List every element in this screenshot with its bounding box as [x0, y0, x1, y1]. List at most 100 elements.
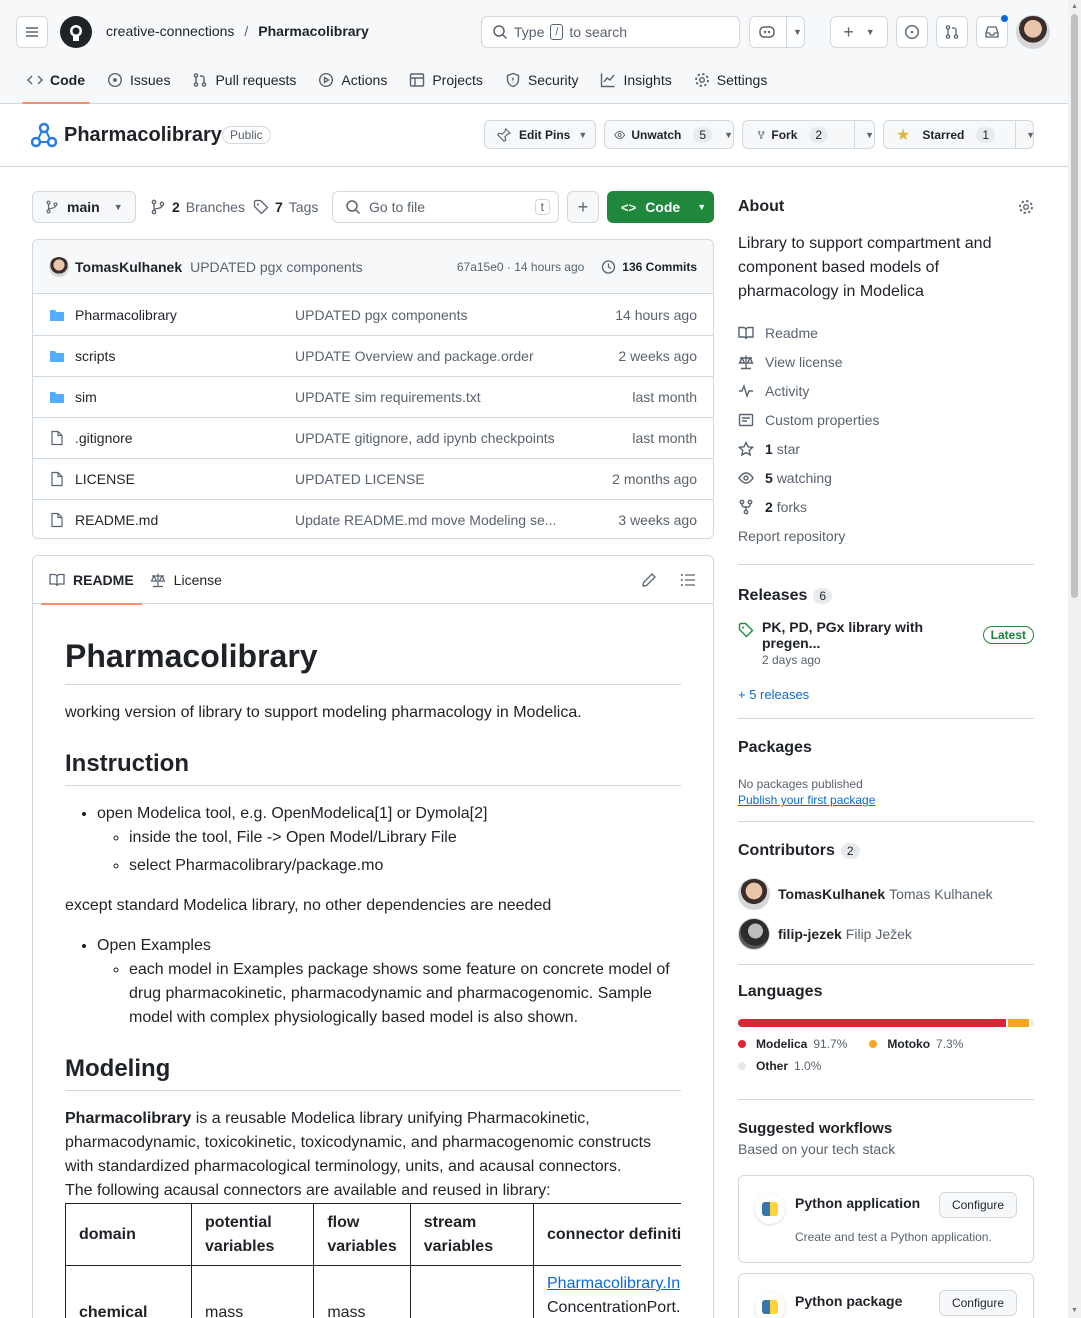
- branches-link[interactable]: 2 Branches: [150, 199, 245, 215]
- releases-title[interactable]: Releases 6: [738, 587, 1034, 605]
- repo-logo-icon: [31, 122, 57, 148]
- languages-title: Languages: [738, 983, 823, 1000]
- copilot-button[interactable]: ▼: [749, 16, 805, 48]
- file-commit-message[interactable]: UPDATE gitignore, add ipynb checkpoints: [295, 430, 632, 446]
- scrollbar-thumb[interactable]: [1071, 14, 1078, 598]
- file-commit-message[interactable]: UPDATE sim requirements.txt: [295, 389, 632, 405]
- file-row: LICENSE UPDATED LICENSE 2 months ago: [33, 458, 713, 499]
- commits-link[interactable]: 136 Commits: [622, 260, 697, 274]
- latest-release-name: PK, PD, PGx library with pregen...: [762, 619, 924, 651]
- file-name[interactable]: scripts: [75, 348, 115, 364]
- list-outline-icon[interactable]: [680, 572, 696, 588]
- tags-link[interactable]: 7 Tags: [253, 199, 318, 215]
- chevron-down-icon: ▼: [1015, 121, 1035, 148]
- contributor-item[interactable]: filip-jezek Filip Ježek: [738, 918, 1034, 950]
- file-name[interactable]: README.md: [75, 512, 158, 528]
- create-new-button[interactable]: + ▼: [830, 16, 888, 48]
- search-input[interactable]: Type / to search: [481, 16, 740, 48]
- table-header: connector definitio: [533, 1203, 681, 1266]
- file-name[interactable]: .gitignore: [75, 430, 133, 446]
- packages-title[interactable]: Packages: [738, 739, 1034, 757]
- tab-pull-requests[interactable]: Pull requests: [181, 62, 307, 98]
- branches-label: Branches: [185, 199, 245, 215]
- language-item[interactable]: Other 1.0%: [738, 1059, 821, 1073]
- file-name[interactable]: Pharmacolibrary: [75, 307, 177, 323]
- watch-count: 5: [765, 469, 773, 486]
- code-button-label: Code: [645, 199, 681, 215]
- avatar[interactable]: [49, 256, 69, 277]
- about-link-readme[interactable]: Readme: [738, 318, 1034, 347]
- watchers-link[interactable]: 5 watching: [738, 463, 1034, 492]
- configure-button[interactable]: Configure: [938, 1290, 1017, 1316]
- about-link-activity[interactable]: Activity: [738, 376, 1034, 405]
- branch-select[interactable]: main ▼: [32, 191, 136, 223]
- breadcrumb-repo[interactable]: Pharmacolibrary: [258, 23, 369, 39]
- go-to-file-input[interactable]: Go to file t: [332, 191, 559, 223]
- tab-license[interactable]: License: [142, 572, 230, 588]
- menu-button[interactable]: [16, 16, 48, 48]
- tab-code[interactable]: Code: [16, 62, 96, 104]
- pulse-icon: [739, 383, 753, 398]
- tab-label: Code: [50, 72, 85, 88]
- tab-security[interactable]: Security: [494, 62, 590, 98]
- add-file-button[interactable]: +: [567, 191, 599, 223]
- more-releases-link[interactable]: + 5 releases: [738, 687, 1034, 702]
- contributors-title[interactable]: Contributors 2: [738, 842, 1034, 860]
- contributor-item[interactable]: TomasKulhanek Tomas Kulhanek: [738, 878, 1034, 910]
- repo-title[interactable]: Pharmacolibrary: [64, 124, 222, 147]
- tab-insights[interactable]: Insights: [589, 62, 682, 98]
- commit-message[interactable]: UPDATED pgx components: [190, 259, 362, 275]
- stars-link[interactable]: 1 star: [738, 434, 1034, 463]
- edit-pins-button[interactable]: Edit Pins ▼: [484, 120, 596, 149]
- list-item: inside the tool, File -> Open Model/Libr…: [129, 826, 681, 850]
- publish-package-link[interactable]: Publish your first package: [738, 793, 875, 807]
- unwatch-button[interactable]: Unwatch 5 ▼: [604, 120, 734, 149]
- configure-button[interactable]: Configure: [938, 1192, 1017, 1218]
- file-name[interactable]: LICENSE: [75, 471, 135, 487]
- pull-requests-button[interactable]: [936, 16, 968, 48]
- github-logo-icon[interactable]: [60, 16, 92, 48]
- law-icon: [150, 573, 166, 587]
- examples-list: Open Examples each model in Examples pac…: [65, 934, 681, 1030]
- file-commit-message[interactable]: UPDATED pgx components: [295, 307, 615, 323]
- issues-button[interactable]: [896, 16, 928, 48]
- tab-actions[interactable]: Actions: [307, 62, 398, 98]
- watch-count: 5: [693, 126, 713, 143]
- avatar[interactable]: [1016, 15, 1050, 49]
- tab-settings[interactable]: Settings: [683, 62, 779, 98]
- python-icon: [755, 1194, 785, 1224]
- breadcrumb-owner[interactable]: creative-connections: [106, 23, 234, 39]
- commit-author[interactable]: TomasKulhanek: [75, 259, 182, 275]
- language-item[interactable]: Motoko 7.3%: [869, 1037, 963, 1051]
- commit-hash-time[interactable]: 67a15e0 · 14 hours ago: [457, 260, 584, 274]
- about-link-custom-properties[interactable]: Custom properties: [738, 405, 1034, 434]
- report-repository-link[interactable]: Report repository: [738, 521, 1034, 550]
- pencil-icon[interactable]: [641, 572, 657, 588]
- fork-button[interactable]: Fork 2 ▼: [742, 120, 875, 149]
- forks-link[interactable]: 2 forks: [738, 492, 1034, 521]
- code-button[interactable]: <> Code ▼: [607, 191, 714, 223]
- about-link-view-license[interactable]: View license: [738, 347, 1034, 376]
- file-icon: [51, 471, 63, 487]
- scrollbar-down-arrow[interactable]: ▼: [1068, 1304, 1081, 1318]
- workflow-card: Python application Create and test a Pyt…: [738, 1175, 1034, 1263]
- language-item[interactable]: Modelica 91.7%: [738, 1037, 847, 1051]
- language-bar-segment: [738, 1019, 1006, 1027]
- file-name[interactable]: sim: [75, 389, 97, 405]
- tab-issues[interactable]: Issues: [96, 62, 181, 98]
- file-commit-message[interactable]: Update README.md move Modeling se...: [295, 512, 618, 528]
- tab-projects[interactable]: Projects: [398, 62, 494, 98]
- scrollbar[interactable]: ▲ ▼: [1068, 0, 1081, 1318]
- connector-link[interactable]: Pharmacolibrary.In: [547, 1275, 680, 1292]
- starred-button[interactable]: ★ Starred 1 ▼: [883, 120, 1035, 149]
- language-pct: 7.3%: [936, 1037, 964, 1051]
- tags-label: Tags: [288, 199, 319, 215]
- branches-count: 2: [172, 199, 180, 215]
- file-commit-message[interactable]: UPDATE Overview and package.order: [295, 348, 618, 364]
- scrollbar-up-arrow[interactable]: ▲: [1068, 0, 1081, 14]
- gear-icon[interactable]: [1018, 199, 1034, 215]
- latest-release[interactable]: PK, PD, PGx library with pregen... Lates…: [738, 619, 1034, 667]
- file-commit-message[interactable]: UPDATED LICENSE: [295, 471, 612, 487]
- graph-icon: [601, 73, 616, 88]
- tab-readme[interactable]: README: [41, 556, 142, 605]
